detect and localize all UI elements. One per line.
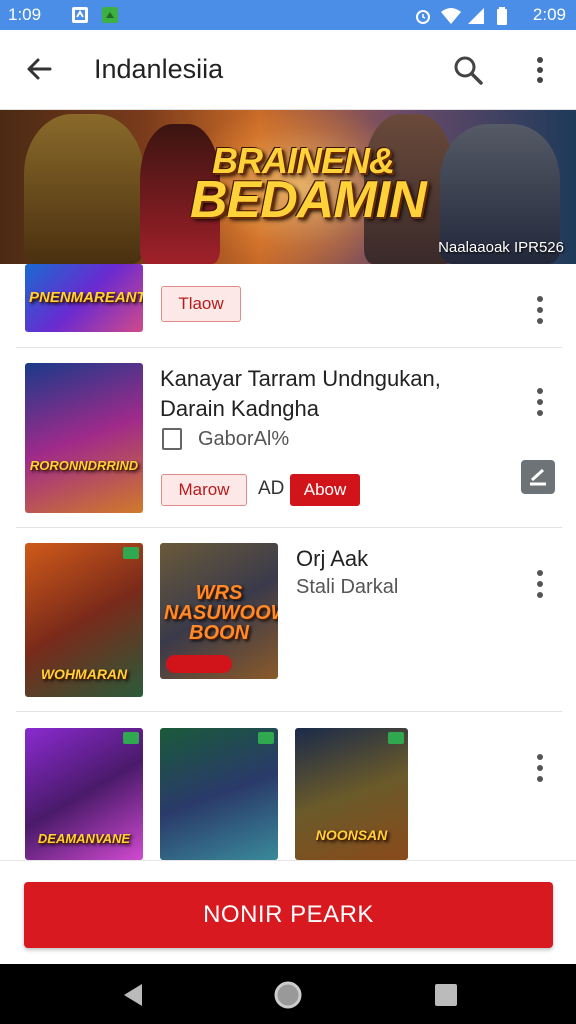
- search-icon[interactable]: [450, 52, 486, 88]
- item-action-label: Tlaow: [178, 294, 224, 313]
- banner-character-left: [24, 114, 144, 264]
- edit-icon[interactable]: [521, 460, 555, 494]
- thumbnail-label: DEAMANVANE: [37, 831, 131, 846]
- new-badge-icon: [123, 547, 139, 559]
- new-badge-icon: [123, 732, 139, 744]
- arrow-back-icon[interactable]: [22, 52, 56, 86]
- promo-banner[interactable]: BRAINEN& BEDAMIN Naalaaoak IPR526: [0, 110, 576, 264]
- solid-action-button[interactable]: Abow: [290, 474, 360, 506]
- cta-label: NONIR PEARK: [203, 901, 374, 928]
- thumbnail-label: WRS NASUWOOW BOON: [164, 582, 278, 644]
- game-thumbnail[interactable]: WRS NASUWOOW BOON: [160, 543, 278, 679]
- item-title: Orj Aak: [296, 546, 369, 571]
- cta-container: NONIR PEARK: [0, 860, 576, 964]
- banner-title-line2: BEDAMIN: [190, 171, 427, 229]
- app-notification-icon: [102, 7, 118, 23]
- battery-icon: [496, 7, 508, 30]
- more-vert-icon[interactable]: [528, 292, 552, 328]
- thumbnail-label: PNENMAREANT: [29, 289, 143, 306]
- list-item[interactable]: RORONNDRRIND Kanayar Tarram Undngukan, D…: [16, 348, 562, 528]
- status-bar: 1:09 2:09: [0, 0, 576, 30]
- more-vert-icon[interactable]: [528, 750, 552, 786]
- item-title-line2: Darain Kadngha: [160, 396, 320, 421]
- solid-action-label: Abow: [303, 480, 347, 499]
- app-bar: Indanlesiia: [0, 30, 576, 110]
- thumbnail-overlay-button: [166, 655, 232, 673]
- middle-label: AD: [258, 478, 285, 499]
- recents-square-icon[interactable]: [431, 980, 461, 1010]
- new-badge-icon: [258, 732, 274, 744]
- item-subtitle: Stali Darkal: [296, 576, 399, 598]
- list-item[interactable]: WOHMARAN WRS NASUWOOW BOON Orj Aak Stali…: [16, 528, 562, 712]
- status-clock: 2:09: [532, 5, 566, 24]
- checkbox-label: GaborAl%: [198, 428, 290, 450]
- checkbox[interactable]: [162, 428, 182, 450]
- item-action-button[interactable]: Tlaow: [161, 286, 241, 322]
- system-nav-bar: [0, 964, 576, 1024]
- outline-action-label: Marow: [178, 480, 230, 499]
- game-thumbnail[interactable]: RORONNDRRIND: [25, 363, 143, 513]
- list-item[interactable]: PNENMAREANT Tlaow: [16, 264, 562, 348]
- page-title: Indanlesiia: [94, 54, 224, 84]
- status-time: 1:09: [8, 5, 42, 24]
- primary-cta-button[interactable]: NONIR PEARK: [24, 882, 553, 948]
- more-vert-icon[interactable]: [528, 384, 552, 420]
- game-thumbnail[interactable]: [160, 728, 278, 860]
- more-vert-icon[interactable]: [528, 566, 552, 602]
- item-title: Kanayar Tarram Undngukan,: [160, 366, 441, 391]
- thumbnail-label: RORONNDRRIND: [29, 458, 139, 473]
- back-triangle-icon[interactable]: [118, 980, 148, 1010]
- more-vert-icon[interactable]: [528, 52, 552, 88]
- app-notification-icon: [72, 7, 88, 23]
- thumbnail-label: WOHMARAN: [40, 666, 128, 682]
- outline-action-button[interactable]: Marow: [161, 474, 247, 506]
- alarm-icon: [414, 7, 432, 30]
- new-badge-icon: [388, 732, 404, 744]
- thumbnail-label: NOONSAN: [315, 827, 388, 843]
- game-thumbnail[interactable]: NOONSAN: [295, 728, 408, 860]
- home-circle-icon[interactable]: [273, 980, 303, 1010]
- game-thumbnail[interactable]: PNENMAREANT: [25, 264, 143, 332]
- game-thumbnail[interactable]: WOHMARAN: [25, 543, 143, 697]
- signal-icon: [466, 7, 486, 30]
- game-thumbnail[interactable]: DEAMANVANE: [25, 728, 143, 860]
- wifi-icon: [440, 7, 462, 30]
- banner-subtitle: Naalaaoak IPR526: [438, 239, 564, 256]
- list-item[interactable]: DEAMANVANE NOONSAN: [16, 712, 562, 860]
